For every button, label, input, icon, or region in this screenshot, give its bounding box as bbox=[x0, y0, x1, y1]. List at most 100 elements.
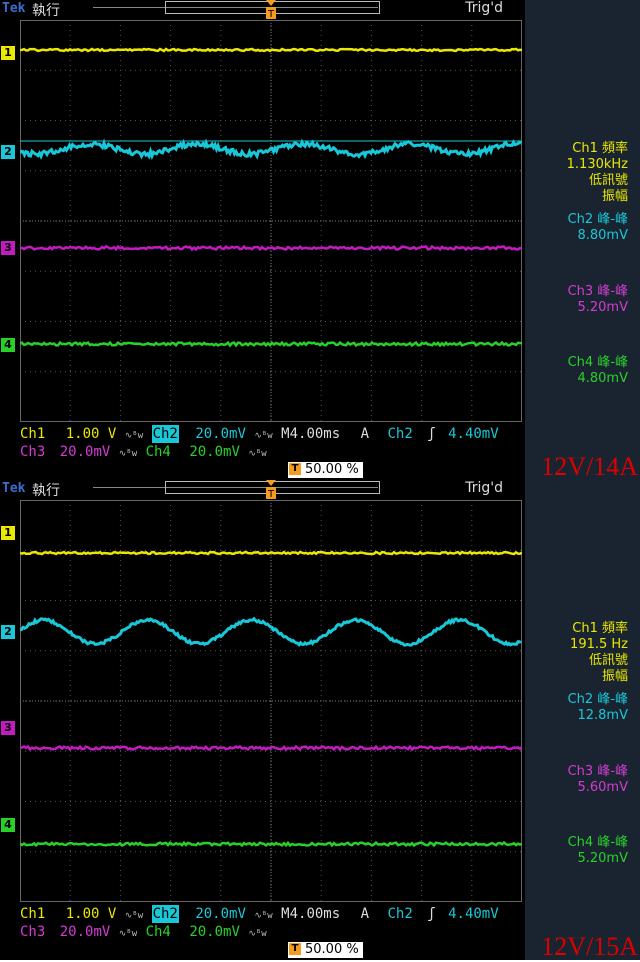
measurement-value: 5.60mV bbox=[568, 780, 628, 796]
measurement-value: 4.80mV bbox=[568, 371, 628, 387]
trigger-marker-icon: T bbox=[265, 480, 277, 500]
measurement-value: 5.20mV bbox=[568, 851, 628, 867]
ch1-frequency-measurement: Ch1 頻率 1.130kHz 低訊號 振幅 bbox=[567, 141, 628, 205]
status-bar: Tek 執行 Trig'd bbox=[0, 480, 525, 498]
ch3-marker[interactable]: 3 bbox=[1, 241, 15, 255]
bandwidth-limit-icon: ∿ᴮw bbox=[125, 911, 143, 921]
ch3-label: Ch3 bbox=[20, 443, 45, 461]
ch1-marker[interactable]: 1 bbox=[1, 46, 15, 60]
trigger-marker-letter: T bbox=[267, 9, 275, 20]
oscilloscope-screen-1: Tek 執行 Trig'd T 1 2 3 4 Ch1 1.00 V ∿ᴮw C… bbox=[0, 0, 525, 480]
trigger-level: 4.40mV bbox=[448, 425, 499, 443]
ch4-marker[interactable]: 4 bbox=[1, 818, 15, 832]
settings-row-2: Ch3 20.0mV ∿ᴮw Ch4 20.0mV ∿ᴮw bbox=[20, 443, 267, 461]
ch2-label: Ch2 bbox=[152, 425, 179, 443]
oscilloscope-screen-2: Tek 執行 Trig'd T 1 2 3 4 Ch1 1.00 V ∿ᴮw C… bbox=[0, 480, 525, 960]
ch2-pk2pk-measurement: Ch2 峰-峰 12.8mV bbox=[568, 692, 628, 724]
trigger-position: T 50.00 % bbox=[288, 462, 363, 478]
trigger-status: Trig'd bbox=[465, 480, 503, 496]
ch2-label: Ch2 bbox=[152, 905, 179, 923]
trigger-position-icon: T bbox=[289, 943, 301, 955]
load-caption-1: 12V/14A bbox=[541, 452, 638, 482]
run-mode: 執行 bbox=[32, 480, 60, 500]
ch2-scale: 20.0mV bbox=[195, 905, 246, 923]
bandwidth-limit-icon: ∿ᴮw bbox=[119, 929, 137, 939]
ch3-pk2pk-measurement: Ch3 峰-峰 5.20mV bbox=[568, 284, 628, 316]
measurement-note: 低訊號 bbox=[567, 173, 628, 189]
status-bar: Tek 執行 Trig'd bbox=[0, 0, 525, 18]
measurement-value: 1.130kHz bbox=[567, 157, 628, 173]
trigger-slope-icon: ʃ bbox=[427, 905, 435, 923]
measurement-title: Ch3 峰-峰 bbox=[568, 764, 628, 780]
ch2-marker[interactable]: 2 bbox=[1, 145, 15, 159]
measurement-title: Ch4 峰-峰 bbox=[568, 355, 628, 371]
ch3-scale: 20.0mV bbox=[60, 443, 111, 461]
ch4-pk2pk-measurement: Ch4 峰-峰 5.20mV bbox=[568, 835, 628, 867]
trigger-position-value: 50.00 % bbox=[305, 462, 359, 477]
ch4-pk2pk-measurement: Ch4 峰-峰 4.80mV bbox=[568, 355, 628, 387]
bandwidth-limit-icon: ∿ᴮw bbox=[248, 929, 266, 939]
trigger-prefix: A bbox=[361, 905, 369, 923]
measurement-note: 振幅 bbox=[567, 189, 628, 205]
trigger-position: T 50.00 % bbox=[288, 942, 363, 958]
bandwidth-limit-icon: ∿ᴮw bbox=[119, 449, 137, 459]
trigger-prefix: A bbox=[361, 425, 369, 443]
ch1-frequency-measurement: Ch1 頻率 191.5 Hz 低訊號 振幅 bbox=[570, 621, 628, 685]
measurement-value: 191.5 Hz bbox=[570, 637, 628, 653]
measurement-title: Ch1 頻率 bbox=[567, 141, 628, 157]
ch4-marker[interactable]: 4 bbox=[1, 338, 15, 352]
ch1-trace bbox=[20, 552, 522, 554]
waveform-grid bbox=[20, 20, 522, 422]
trigger-position-icon: T bbox=[289, 463, 301, 475]
ch1-marker[interactable]: 1 bbox=[1, 526, 15, 540]
ch2-scale: 20.0mV bbox=[195, 425, 246, 443]
ch4-trace bbox=[20, 343, 522, 346]
settings-row-1: Ch1 1.00 V ∿ᴮw Ch2 20.0mV ∿ᴮw M4.00ms A … bbox=[20, 905, 499, 923]
measurement-title: Ch2 峰-峰 bbox=[568, 212, 628, 228]
ch3-trace bbox=[20, 247, 522, 250]
trigger-position-value: 50.00 % bbox=[305, 942, 359, 957]
ch2-marker[interactable]: 2 bbox=[1, 625, 15, 639]
measurement-value: 12.8mV bbox=[568, 708, 628, 724]
trigger-source: Ch2 bbox=[387, 905, 412, 923]
measurement-panel-1: Ch1 頻率 1.130kHz 低訊號 振幅 Ch2 峰-峰 8.80mV Ch… bbox=[525, 0, 640, 480]
measurement-note: 低訊號 bbox=[570, 653, 628, 669]
timebase: M4.00ms bbox=[281, 905, 340, 923]
ch4-trace bbox=[20, 843, 522, 846]
ch3-trace bbox=[20, 747, 522, 750]
bandwidth-limit-icon: ∿ᴮw bbox=[248, 449, 266, 459]
waveform-grid bbox=[20, 500, 522, 902]
brand-logo: Tek bbox=[2, 481, 25, 496]
measurement-value: 8.80mV bbox=[568, 228, 628, 244]
bandwidth-limit-icon: ∿ᴮw bbox=[254, 911, 272, 921]
brand-logo: Tek bbox=[2, 1, 25, 16]
measurement-title: Ch4 峰-峰 bbox=[568, 835, 628, 851]
ch1-label: Ch1 bbox=[20, 425, 45, 443]
bandwidth-limit-icon: ∿ᴮw bbox=[254, 431, 272, 441]
settings-row-2: Ch3 20.0mV ∿ᴮw Ch4 20.0mV ∿ᴮw bbox=[20, 923, 267, 941]
measurement-title: Ch3 峰-峰 bbox=[568, 284, 628, 300]
run-mode: 執行 bbox=[32, 0, 60, 20]
trigger-slope-icon: ʃ bbox=[427, 425, 435, 443]
ch4-scale: 20.0mV bbox=[189, 443, 240, 461]
bandwidth-limit-icon: ∿ᴮw bbox=[125, 431, 143, 441]
trigger-level: 4.40mV bbox=[448, 905, 499, 923]
ch1-scale: 1.00 V bbox=[66, 905, 117, 923]
measurement-title: Ch2 峰-峰 bbox=[568, 692, 628, 708]
measurement-panel-2: Ch1 頻率 191.5 Hz 低訊號 振幅 Ch2 峰-峰 12.8mV Ch… bbox=[525, 480, 640, 960]
trigger-marker-letter: T bbox=[267, 489, 275, 500]
timebase: M4.00ms bbox=[281, 425, 340, 443]
ch3-scale: 20.0mV bbox=[60, 923, 111, 941]
ch1-label: Ch1 bbox=[20, 905, 45, 923]
load-caption-2: 12V/15A bbox=[541, 932, 638, 962]
ch4-scale: 20.0mV bbox=[189, 923, 240, 941]
ch3-pk2pk-measurement: Ch3 峰-峰 5.60mV bbox=[568, 764, 628, 796]
trigger-marker-icon: T bbox=[265, 0, 277, 20]
trigger-status: Trig'd bbox=[465, 0, 503, 16]
ch3-marker[interactable]: 3 bbox=[1, 721, 15, 735]
ch1-trace bbox=[20, 49, 522, 51]
ch1-scale: 1.00 V bbox=[66, 425, 117, 443]
measurement-value: 5.20mV bbox=[568, 300, 628, 316]
ch4-label: Ch4 bbox=[146, 443, 171, 461]
ch3-label: Ch3 bbox=[20, 923, 45, 941]
